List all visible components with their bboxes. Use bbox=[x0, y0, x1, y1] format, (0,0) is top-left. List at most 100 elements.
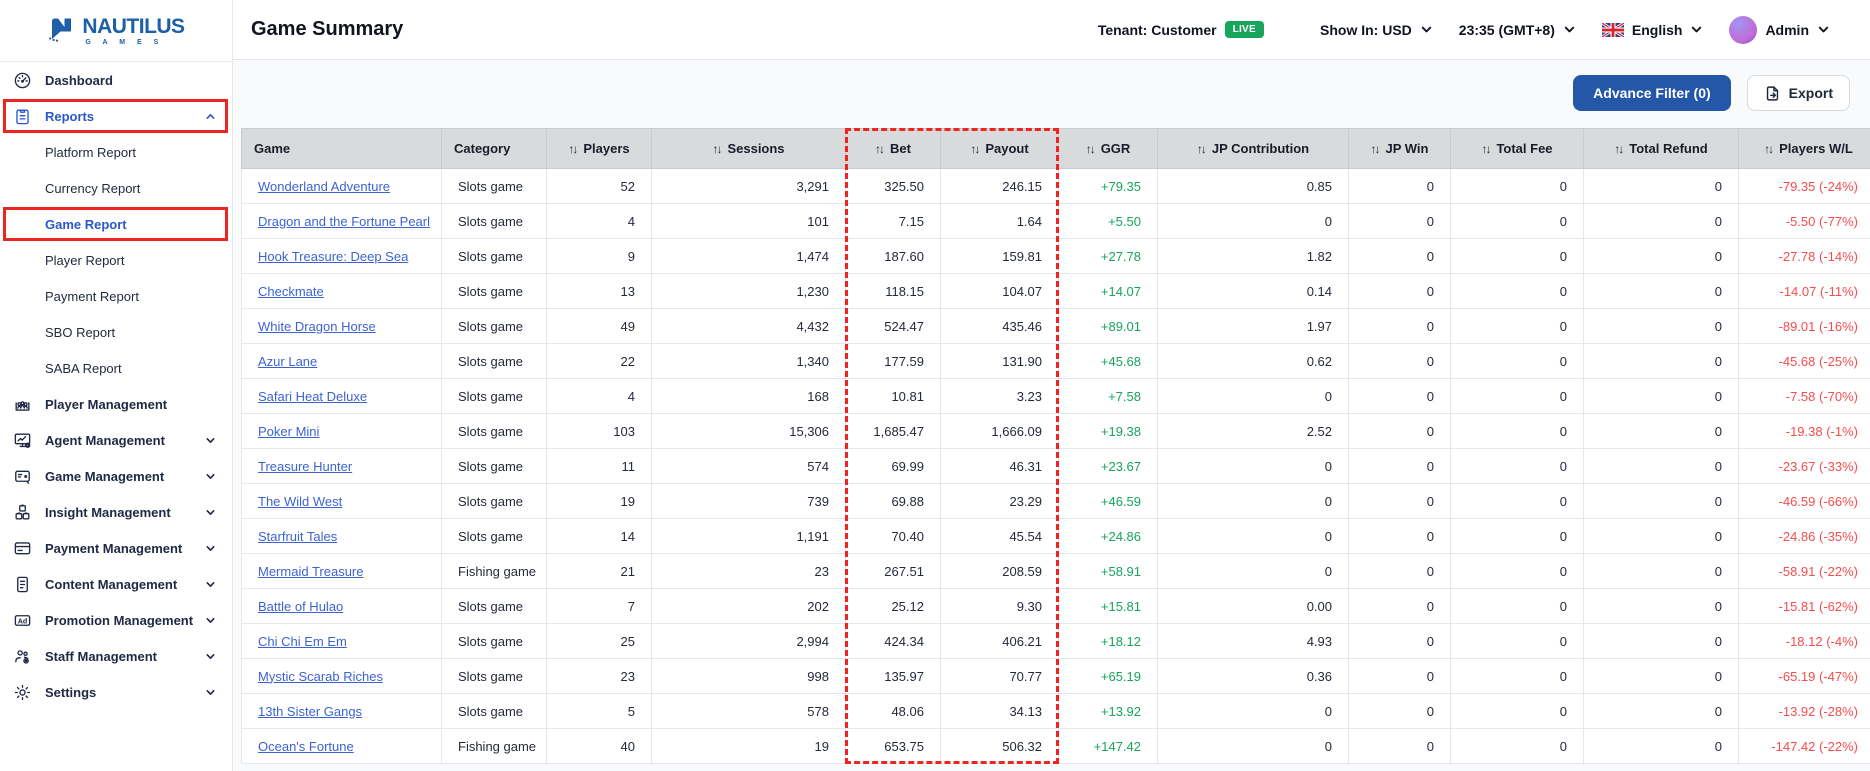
sidebar-item-content-management[interactable]: Content Management bbox=[0, 566, 232, 602]
timezone-selector[interactable]: 23:35 (GMT+8) bbox=[1459, 22, 1576, 38]
column-header-total-fee[interactable]: ↑↓ Total Fee bbox=[1450, 128, 1584, 169]
column-header-jp-contribution[interactable]: ↑↓ JP Contribution bbox=[1157, 128, 1349, 169]
cell-game: Chi Chi Em Em bbox=[241, 623, 442, 659]
column-header-jp-win[interactable]: ↑↓ JP Win bbox=[1348, 128, 1451, 169]
sidebar-item-promotion-management[interactable]: Ad Promotion Management bbox=[0, 602, 232, 638]
column-header-players[interactable]: ↑↓ Players bbox=[546, 128, 652, 169]
export-icon bbox=[1764, 85, 1781, 102]
cell-players: 19 bbox=[546, 483, 652, 519]
cell-bet: 267.51 bbox=[845, 553, 941, 589]
sidebar-item-player-report[interactable]: Player Report bbox=[0, 242, 232, 278]
sidebar-item-label: Game Management bbox=[45, 468, 165, 484]
column-header-ggr[interactable]: ↑↓ GGR bbox=[1058, 128, 1158, 169]
cell-game: Treasure Hunter bbox=[241, 448, 442, 484]
cell-bet: 118.15 bbox=[845, 273, 941, 309]
game-link[interactable]: Hook Treasure: Deep Sea bbox=[258, 249, 408, 264]
sidebar-item-dashboard[interactable]: Dashboard bbox=[0, 62, 232, 98]
game-link[interactable]: Dragon and the Fortune Pearl bbox=[258, 214, 430, 229]
column-header-total-refund[interactable]: ↑↓ Total Refund bbox=[1583, 128, 1739, 169]
game-link[interactable]: Poker Mini bbox=[258, 424, 319, 439]
game-link[interactable]: Chi Chi Em Em bbox=[258, 634, 347, 649]
cell-bet: 653.75 bbox=[845, 728, 941, 764]
cell-players: 22 bbox=[546, 343, 652, 379]
cell-payout: 506.32 bbox=[940, 728, 1059, 764]
game-link[interactable]: Battle of Hulao bbox=[258, 599, 343, 614]
game-link[interactable]: Mystic Scarab Riches bbox=[258, 669, 383, 684]
cell-total_fee: 0 bbox=[1450, 413, 1584, 449]
column-header-players-w-l[interactable]: ↑↓ Players W/L bbox=[1738, 128, 1870, 169]
user-menu[interactable]: Admin bbox=[1729, 15, 1830, 44]
sidebar-item-game-report[interactable]: Game Report bbox=[0, 206, 232, 242]
brand-text: NAUTILUS G A M E S bbox=[82, 14, 185, 46]
game-link[interactable]: 13th Sister Gangs bbox=[258, 704, 362, 719]
sort-icon: ↑↓ bbox=[1196, 142, 1207, 156]
game-link[interactable]: Mermaid Treasure bbox=[258, 564, 363, 579]
game-link[interactable]: White Dragon Horse bbox=[258, 319, 376, 334]
sidebar-item-insight-management[interactable]: Insight Management bbox=[0, 494, 232, 530]
sort-icon: ↑↓ bbox=[1481, 142, 1491, 156]
sidebar-item-agent-management[interactable]: Agent Management bbox=[0, 422, 232, 458]
column-header-label: Game bbox=[254, 141, 291, 156]
game-link[interactable]: Safari Heat Deluxe bbox=[258, 389, 367, 404]
sidebar-subitem-label: Payment Report bbox=[45, 288, 139, 304]
sidebar-item-currency-report[interactable]: Currency Report bbox=[0, 170, 232, 206]
sort-icon: ↑↓ bbox=[568, 142, 578, 156]
brand-name: NAUTILUS bbox=[82, 14, 185, 38]
sidebar-item-settings[interactable]: Settings bbox=[0, 674, 232, 710]
sidebar-item-player-management[interactable]: Player Management bbox=[0, 386, 232, 422]
game-link[interactable]: Azur Lane bbox=[258, 354, 317, 369]
cell-bet: 25.12 bbox=[845, 588, 941, 624]
column-header-sessions[interactable]: ↑↓ Sessions bbox=[651, 128, 846, 169]
cell-players: 40 bbox=[546, 728, 652, 764]
cell-jp_contribution: 0.85 bbox=[1157, 168, 1349, 204]
column-header-payout[interactable]: ↑↓ Payout bbox=[940, 128, 1059, 169]
cell-jp_win: 0 bbox=[1348, 168, 1451, 204]
topbar: Game Summary Tenant: Customer LIVE Show … bbox=[233, 0, 1870, 60]
payment-management-icon bbox=[13, 539, 32, 558]
game-link[interactable]: Treasure Hunter bbox=[258, 459, 352, 474]
game-link[interactable]: Starfruit Tales bbox=[258, 529, 337, 544]
column-header-bet[interactable]: ↑↓ Bet bbox=[845, 128, 941, 169]
chevron-down-icon bbox=[205, 507, 216, 518]
table-row: Treasure Hunter Slots game 11 574 69.99 46.31… bbox=[241, 448, 1870, 484]
sidebar-item-sbo-report[interactable]: SBO Report bbox=[0, 314, 232, 350]
cell-payout: 46.31 bbox=[940, 448, 1059, 484]
cell-total_fee: 0 bbox=[1450, 378, 1584, 414]
cell-players: 11 bbox=[546, 448, 652, 484]
cell-jp_win: 0 bbox=[1348, 518, 1451, 554]
cell-category: Slots game bbox=[441, 588, 547, 624]
cell-category: Slots game bbox=[441, 413, 547, 449]
sidebar-item-payment-report[interactable]: Payment Report bbox=[0, 278, 232, 314]
sidebar-item-saba-report[interactable]: SABA Report bbox=[0, 350, 232, 386]
cell-total_fee: 0 bbox=[1450, 483, 1584, 519]
cell-jp_win: 0 bbox=[1348, 378, 1451, 414]
language-selector[interactable]: English bbox=[1601, 22, 1704, 38]
sidebar-item-platform-report[interactable]: Platform Report bbox=[0, 134, 232, 170]
chevron-down-icon bbox=[205, 543, 216, 554]
sidebar-item-reports[interactable]: Reports bbox=[0, 98, 232, 134]
sidebar-item-payment-management[interactable]: Payment Management bbox=[0, 530, 232, 566]
advance-filter-button[interactable]: Advance Filter (0) bbox=[1573, 75, 1731, 111]
cell-total_fee: 0 bbox=[1450, 343, 1584, 379]
export-button[interactable]: Export bbox=[1746, 75, 1850, 111]
cell-jp_win: 0 bbox=[1348, 623, 1451, 659]
cell-ggr: +7.58 bbox=[1058, 378, 1158, 414]
game-link[interactable]: Ocean's Fortune bbox=[258, 739, 354, 754]
brand-logo[interactable]: NAUTILUS G A M E S bbox=[0, 0, 232, 62]
sidebar-item-label: Payment Management bbox=[45, 540, 183, 556]
sidebar-item-staff-management[interactable]: Staff Management bbox=[0, 638, 232, 674]
sidebar-item-game-management[interactable]: Game Management bbox=[0, 458, 232, 494]
cell-sessions: 4,432 bbox=[651, 308, 846, 344]
cell-category: Slots game bbox=[441, 658, 547, 694]
game-link[interactable]: The Wild West bbox=[258, 494, 342, 509]
game-link[interactable]: Wonderland Adventure bbox=[258, 179, 390, 194]
topbar-right: Tenant: Customer LIVE Show In: USD 23:35… bbox=[1098, 15, 1830, 44]
brand-subname: G A M E S bbox=[85, 38, 164, 46]
cell-payout: 104.07 bbox=[940, 273, 1059, 309]
table-row: White Dragon Horse Slots game 49 4,432 524.4… bbox=[241, 308, 1870, 344]
game-link[interactable]: Checkmate bbox=[258, 284, 324, 299]
table-row: Dragon and the Fortune Pearl Slots game 4 1… bbox=[241, 203, 1870, 239]
currency-selector[interactable]: Show In: USD bbox=[1320, 22, 1433, 38]
cell-players_wl: -5.50 (-77%) bbox=[1738, 203, 1870, 239]
cell-ggr: +147.42 bbox=[1058, 728, 1158, 764]
